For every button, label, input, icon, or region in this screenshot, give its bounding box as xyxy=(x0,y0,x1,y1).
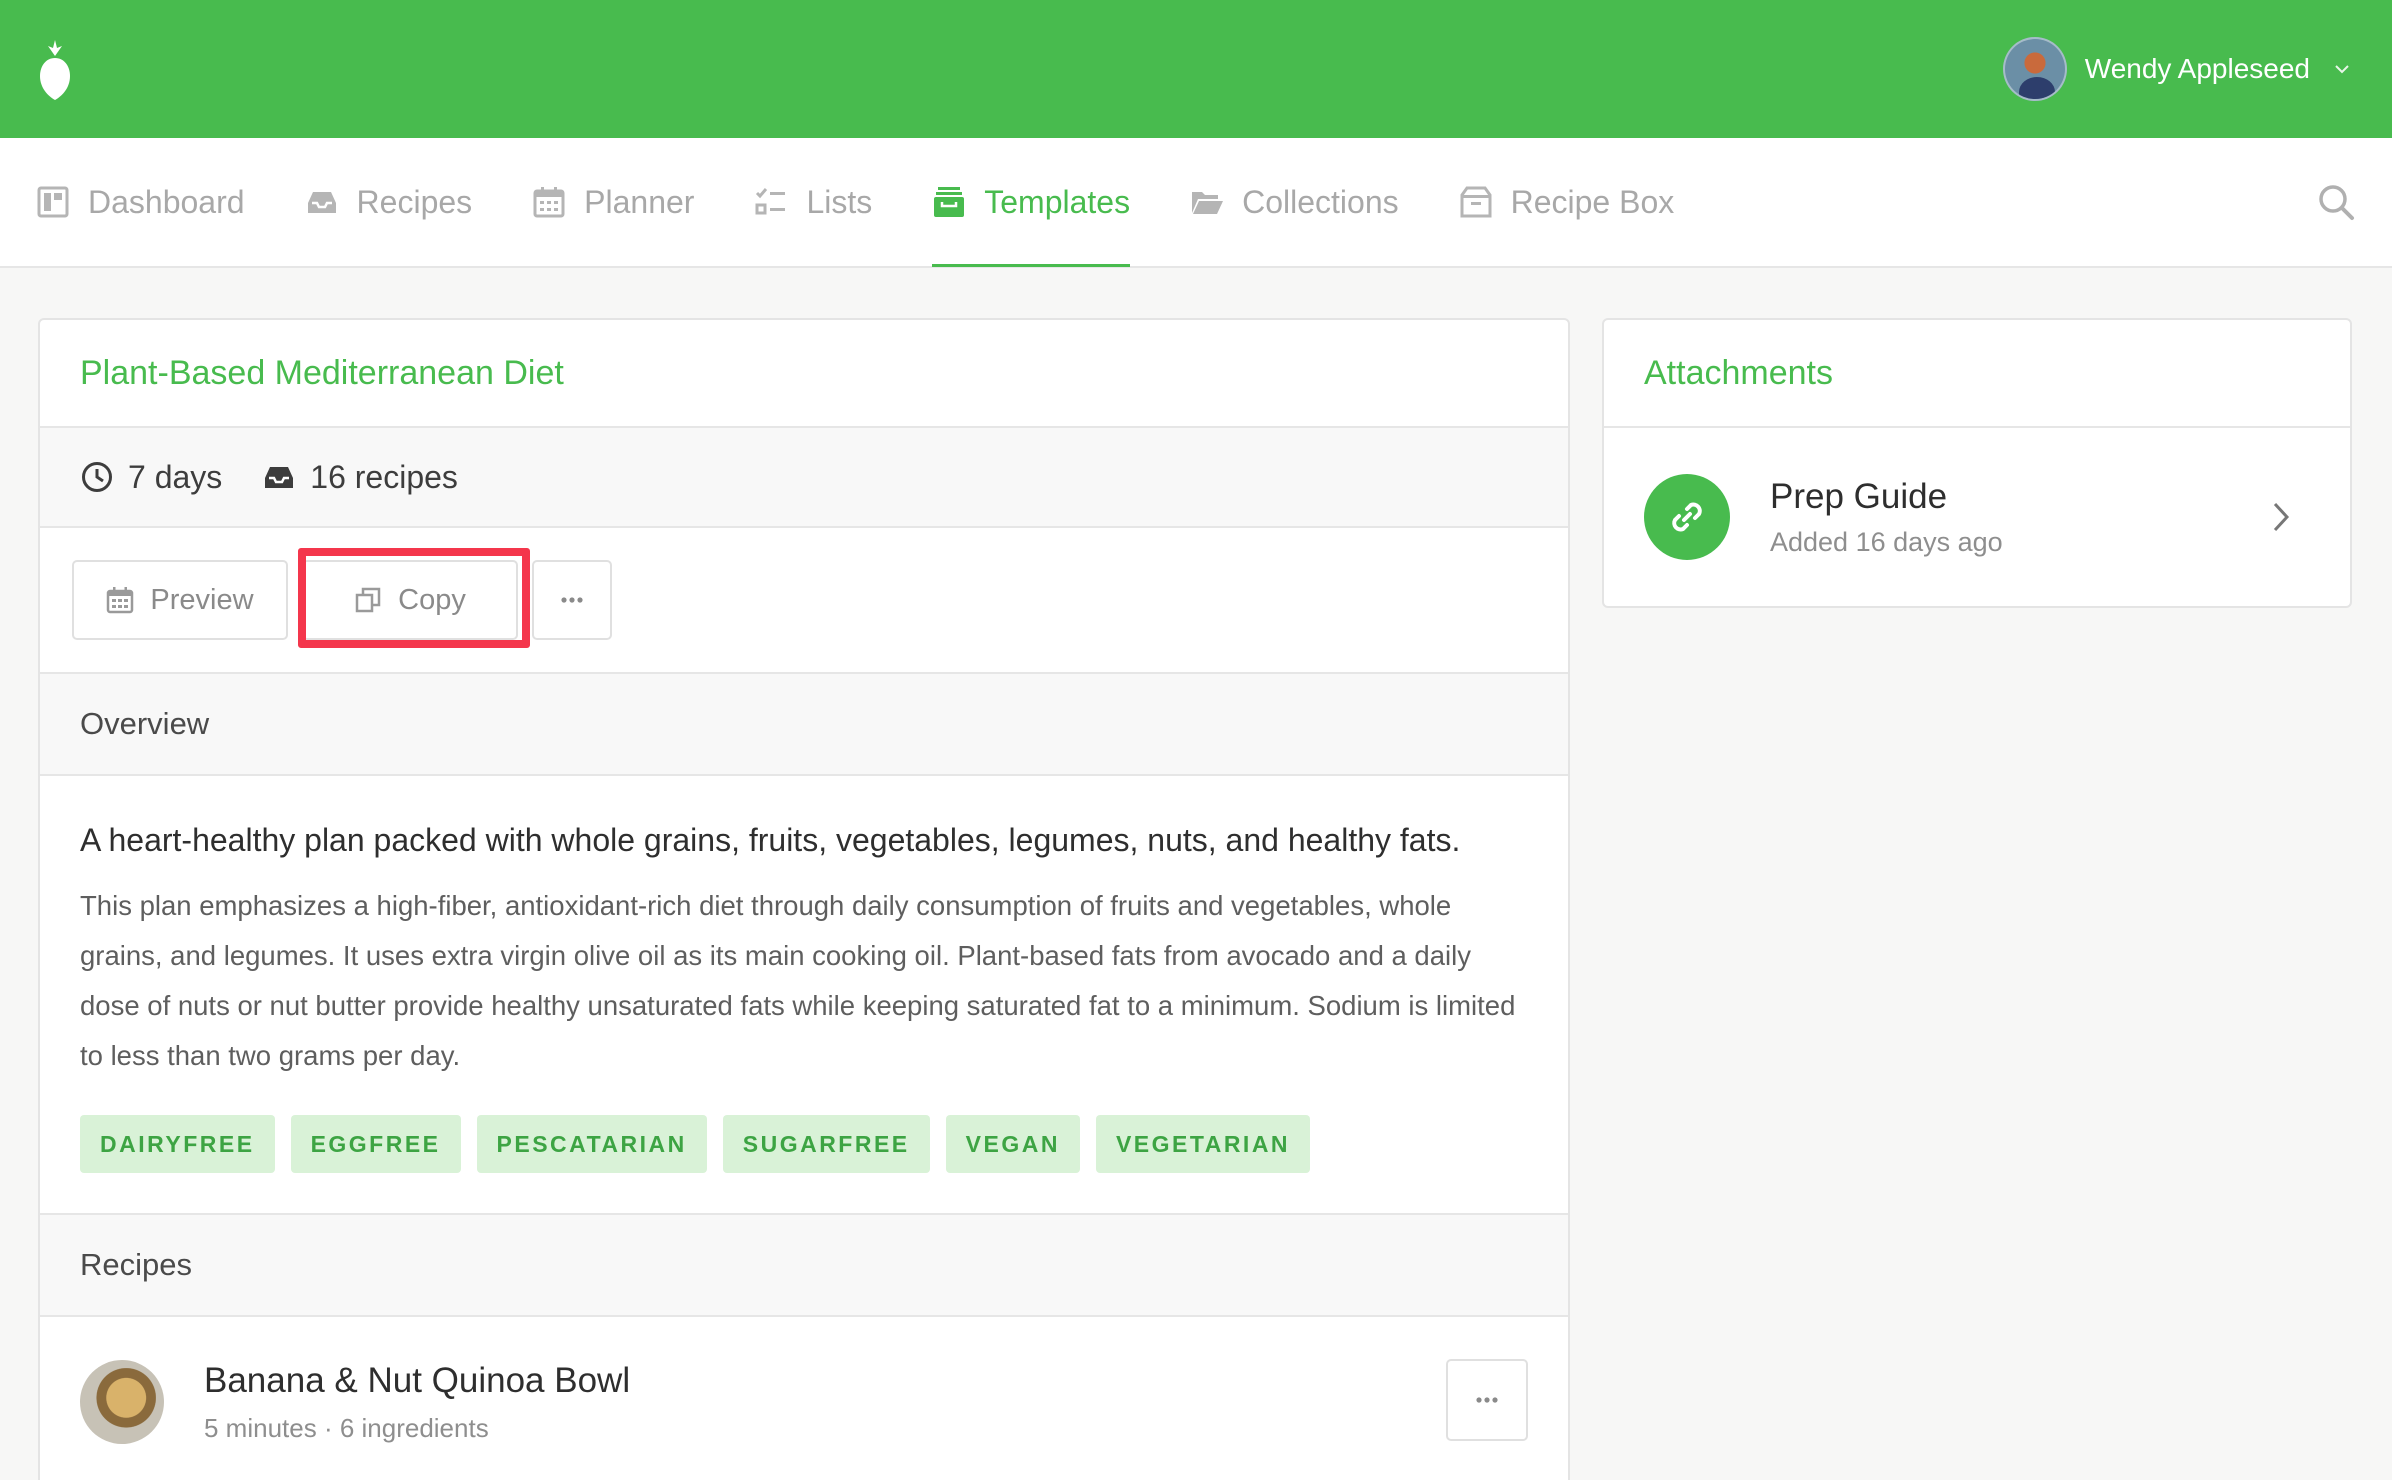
copy-button[interactable]: Copy xyxy=(302,560,518,640)
template-meta: 7 days 16 recipes xyxy=(40,428,1568,528)
main-nav: Dashboard Recipes Planner Lists Template… xyxy=(0,138,2392,268)
tag-dairyfree[interactable]: DAIRYFREE xyxy=(80,1115,275,1173)
overview-description: This plan emphasizes a high-fiber, antio… xyxy=(80,890,1516,1071)
top-bar: Wendy Appleseed xyxy=(0,0,2392,138)
list-item[interactable]: Banana & Nut Quinoa Bowl 5 minutes · 6 i… xyxy=(40,1317,1568,1447)
nav-label: Lists xyxy=(806,183,873,220)
link-icon xyxy=(1644,474,1730,560)
nav-label: Collections xyxy=(1242,183,1399,220)
tag-vegan[interactable]: VEGAN xyxy=(945,1115,1080,1173)
nav-item-lists[interactable]: Lists xyxy=(754,138,872,266)
nav-label: Recipes xyxy=(356,183,473,220)
tag-vegetarian[interactable]: VEGETARIAN xyxy=(1095,1115,1311,1173)
user-menu[interactable]: Wendy Appleseed xyxy=(2002,37,2352,101)
chevron-down-icon xyxy=(2335,65,2349,74)
attachment-name: Prep Guide xyxy=(1770,476,1948,516)
app-logo-icon[interactable] xyxy=(36,38,74,100)
duration-text: 7 days xyxy=(128,458,223,495)
more-actions-button[interactable] xyxy=(532,560,612,640)
recipe-text: Banana & Nut Quinoa Bowl 5 minutes · 6 i… xyxy=(204,1361,630,1444)
recipe-count: 16 recipes xyxy=(262,459,458,496)
avatar xyxy=(2002,37,2067,101)
nav-label: Templates xyxy=(984,183,1131,220)
recipe-meta: 5 minutes · 6 ingredients xyxy=(204,1412,489,1443)
tag-eggfree[interactable]: EGGFREE xyxy=(290,1115,461,1173)
clock-icon xyxy=(82,462,112,492)
checklist-icon xyxy=(755,188,786,215)
nav-item-recipe-box[interactable]: Recipe Box xyxy=(1459,138,1675,266)
copy-label: Copy xyxy=(398,583,466,616)
recipe-more-button[interactable] xyxy=(1446,1359,1528,1441)
calendar-icon xyxy=(533,187,565,218)
tag-sugarfree[interactable]: SUGARFREE xyxy=(722,1115,930,1173)
attachments-heading: Attachments xyxy=(1604,320,2350,428)
tag-list: DAIRYFREE EGGFREE PESCATARIAN SUGARFREE … xyxy=(80,1115,1528,1173)
template-title: Plant-Based Mediterranean Diet xyxy=(40,320,1568,428)
box-icon xyxy=(1460,186,1492,218)
copy-icon xyxy=(355,587,381,613)
template-actions: Preview Copy xyxy=(40,528,1568,674)
recipes-heading: Recipes xyxy=(40,1215,1568,1317)
calendar-icon xyxy=(107,587,134,614)
user-name: Wendy Appleseed xyxy=(2084,53,2310,84)
overview-lead: A heart-healthy plan packed with whole g… xyxy=(80,822,1461,858)
recipe-name[interactable]: Banana & Nut Quinoa Bowl xyxy=(204,1361,630,1401)
chevron-right-icon xyxy=(2273,502,2290,532)
nav-label: Recipe Box xyxy=(1510,183,1675,220)
nav-label: Planner xyxy=(584,183,695,220)
attachment-item[interactable]: Prep Guide Added 16 days ago xyxy=(1604,428,2350,606)
dashboard-icon xyxy=(37,186,69,218)
recipe-count-text: 16 recipes xyxy=(310,458,458,495)
attachment-added: Added 16 days ago xyxy=(1770,526,2003,557)
folder-icon xyxy=(1192,192,1224,214)
nav-item-planner[interactable]: Planner xyxy=(532,138,694,266)
preview-label: Preview xyxy=(150,583,254,616)
recipe-thumbnail xyxy=(80,1360,164,1444)
nav-label: Dashboard xyxy=(88,183,245,220)
preview-button[interactable]: Preview xyxy=(72,560,288,640)
template-card: Plant-Based Mediterranean Diet 7 days 16… xyxy=(38,318,1570,1480)
nav-item-collections[interactable]: Collections xyxy=(1190,138,1399,266)
overview-body: A heart-healthy plan packed with whole g… xyxy=(40,776,1568,1215)
attachments-card: Attachments Prep Guide Added 16 days ago xyxy=(1602,318,2352,608)
overview-heading: Overview xyxy=(40,674,1568,776)
tag-pescatarian[interactable]: PESCATARIAN xyxy=(476,1115,707,1173)
inbox-icon xyxy=(307,192,336,213)
archive-icon xyxy=(934,187,965,217)
search-icon[interactable] xyxy=(2316,182,2356,222)
duration: 7 days xyxy=(80,459,222,496)
nav-item-recipes[interactable]: Recipes xyxy=(305,138,473,266)
ellipsis-icon xyxy=(561,597,583,603)
attachment-text: Prep Guide Added 16 days ago xyxy=(1770,477,2003,558)
inbox-icon xyxy=(265,467,294,488)
nav-item-templates[interactable]: Templates xyxy=(932,138,1131,267)
ellipsis-icon xyxy=(1476,1397,1498,1403)
nav-item-dashboard[interactable]: Dashboard xyxy=(36,138,245,266)
